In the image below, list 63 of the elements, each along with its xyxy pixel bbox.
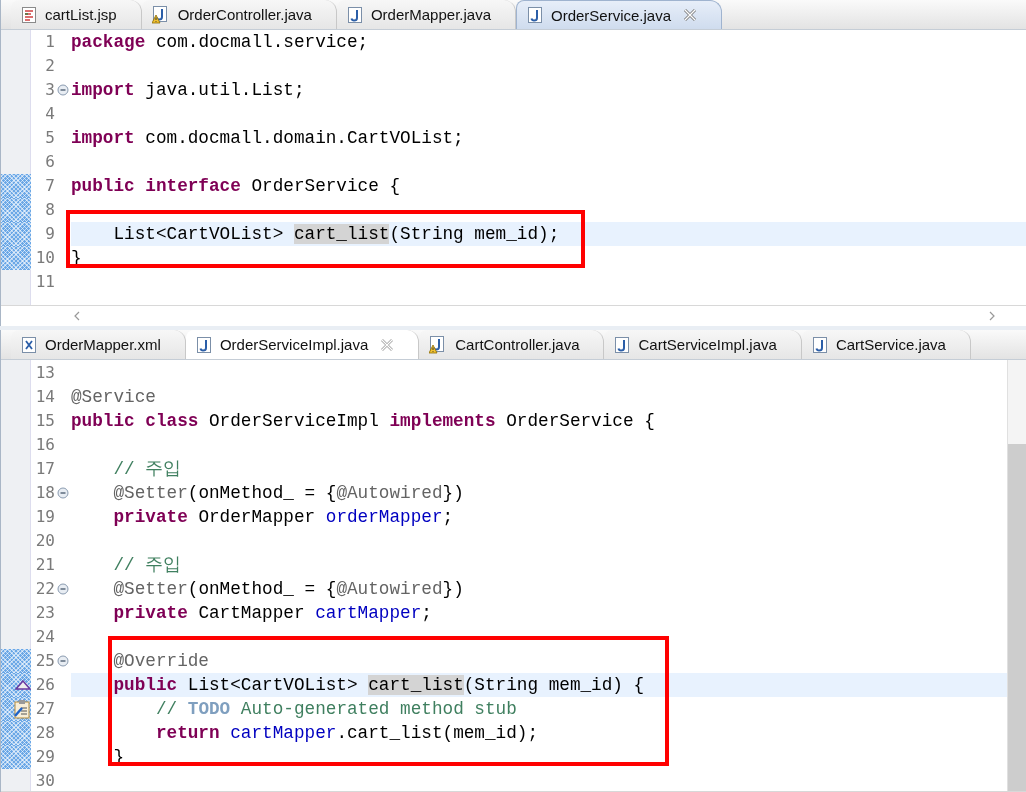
line-number: 1 (44, 32, 55, 52)
code-line: // 주입 (112, 554, 183, 577)
code-line: // 주입 (112, 458, 183, 481)
scrollbar-thumb[interactable] (1008, 444, 1026, 791)
line-number: 25 (34, 651, 55, 671)
java-file-icon (195, 335, 212, 354)
line-number: 19 (34, 507, 55, 527)
line-number: 26 (34, 675, 55, 695)
java-file-icon (811, 335, 828, 354)
java-file-icon (614, 335, 631, 354)
java-file-icon (527, 6, 543, 24)
line-number: 7 (44, 176, 55, 196)
document-icon (21, 5, 37, 24)
collapse-icon[interactable] (57, 84, 69, 96)
xml-file-icon (21, 335, 37, 354)
line-number: 11 (34, 272, 55, 292)
line-number: 17 (34, 459, 55, 479)
close-icon[interactable] (683, 8, 698, 22)
code-line: @Setter(onMethod_ = {@Autowired}) (112, 482, 465, 505)
collapse-icon[interactable] (57, 583, 69, 595)
line-number: 15 (34, 411, 55, 431)
line-number: 27 (34, 699, 55, 719)
line-number: 20 (34, 531, 55, 551)
java-file-icon (346, 5, 363, 24)
line-number: 29 (34, 747, 55, 767)
line-number: 22 (34, 579, 55, 599)
code-line: @Setter(onMethod_ = {@Autowired}) (112, 578, 465, 601)
code-line: package com.docmall.service; (71, 31, 370, 54)
line-number: 28 (34, 723, 55, 743)
code-line: import com.docmall.domain.CartVOList; (71, 127, 465, 150)
code-line: // TODO Auto-generated method stub (154, 698, 518, 721)
line-number: 18 (34, 483, 55, 503)
close-icon[interactable] (380, 337, 395, 352)
collapse-icon[interactable] (57, 655, 69, 667)
scroll-left-icon (73, 310, 81, 322)
code-line: @Service (71, 386, 157, 409)
line-number: 30 (34, 771, 55, 791)
code-line: public interface OrderService { (71, 175, 402, 198)
line-number: 2 (44, 56, 55, 76)
scroll-right-icon (988, 310, 996, 322)
line-number: 5 (44, 128, 55, 148)
java-file-warning-icon (151, 4, 170, 25)
line-number: 23 (34, 603, 55, 623)
code-line: private CartMapper cartMapper; (112, 602, 433, 625)
line-number: 10 (34, 248, 55, 268)
line-number: 14 (34, 387, 55, 407)
line-number: 8 (44, 200, 55, 220)
line-number: 21 (34, 555, 55, 575)
code-line: @Override (112, 650, 210, 673)
code-line: private OrderMapper orderMapper; (112, 506, 455, 529)
code-line: return cartMapper.cart_list(mem_id); (154, 722, 540, 745)
line-number: 4 (44, 104, 55, 124)
line-number: 24 (34, 627, 55, 647)
line-number: 16 (34, 435, 55, 455)
collapse-icon[interactable] (57, 487, 69, 499)
code-line: import java.util.List; (71, 79, 306, 102)
line-number: 3 (44, 80, 55, 100)
line-number: 6 (44, 152, 55, 172)
line-number: 13 (34, 363, 55, 383)
editor-tab[interactable]: OrderMapper.java (336, 0, 516, 29)
editor-tab[interactable]: OrderService.java (516, 0, 723, 29)
line-number: 9 (44, 224, 55, 244)
code-line: public class OrderServiceImpl implements OrderService { (71, 410, 656, 433)
